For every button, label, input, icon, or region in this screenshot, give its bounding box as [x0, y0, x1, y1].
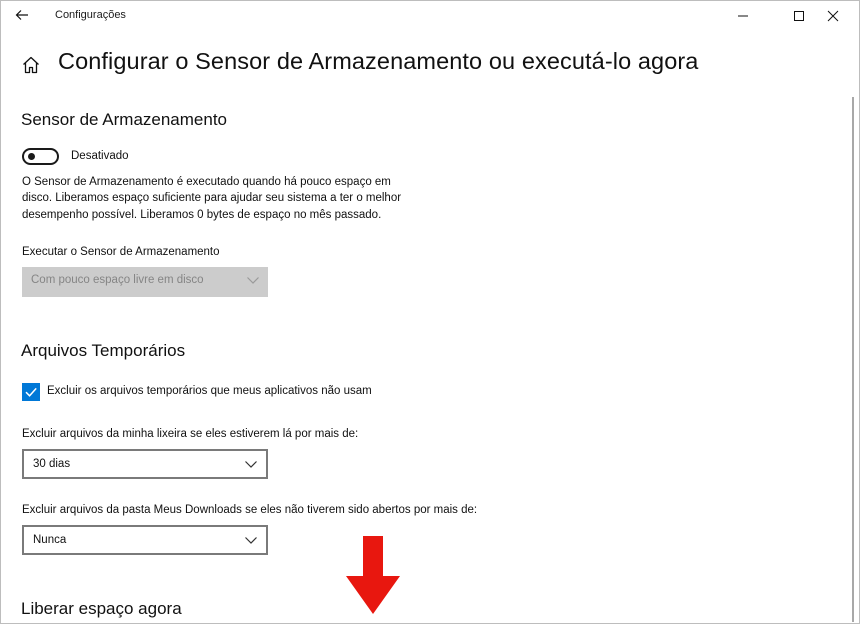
- close-icon: [827, 10, 839, 21]
- minimize-button[interactable]: [720, 0, 766, 31]
- dropdown-value: 30 dias: [33, 458, 71, 470]
- storage-sense-heading: Sensor de Armazenamento: [21, 110, 228, 129]
- minimize-icon: [738, 15, 748, 16]
- page-title: Configurar o Sensor de Armazenamento ou …: [58, 48, 699, 74]
- back-arrow-icon: [15, 10, 28, 20]
- storage-sense-description: O Sensor de Armazenamento é executado qu…: [22, 176, 402, 221]
- recycle-bin-label: Excluir arquivos da minha lixeira se ele…: [22, 428, 359, 440]
- home-icon[interactable]: [21, 55, 41, 75]
- checkmark-icon: [25, 387, 37, 397]
- back-button[interactable]: [10, 4, 34, 26]
- chevron-down-icon: [245, 461, 257, 468]
- close-button[interactable]: [810, 0, 856, 31]
- dropdown-value: Nunca: [33, 534, 67, 546]
- delete-temp-files-checkbox[interactable]: [22, 383, 40, 401]
- maximize-icon: [794, 10, 804, 21]
- temp-files-heading: Arquivos Temporários: [21, 341, 186, 360]
- window-title: Configurações: [55, 9, 126, 21]
- scrollbar[interactable]: [852, 97, 854, 622]
- chevron-down-icon: [247, 277, 259, 284]
- red-down-arrow-icon: [346, 536, 400, 614]
- free-space-now-heading: Liberar espaço agora: [21, 599, 182, 618]
- recycle-bin-dropdown[interactable]: 30 dias: [22, 449, 268, 479]
- chevron-down-icon: [245, 537, 257, 544]
- downloads-label: Excluir arquivos da pasta Meus Downloads…: [22, 504, 478, 516]
- downloads-dropdown[interactable]: Nunca: [22, 525, 268, 555]
- run-storage-sense-dropdown[interactable]: Com pouco espaço livre em disco: [22, 267, 268, 297]
- dropdown-value: Com pouco espaço livre em disco: [31, 274, 204, 286]
- run-storage-sense-label: Executar o Sensor de Armazenamento: [22, 246, 220, 258]
- title-bar: Configurações: [0, 0, 860, 31]
- toggle-knob: [28, 153, 35, 160]
- delete-temp-files-label: Excluir os arquivos temporários que meus…: [47, 385, 372, 397]
- toggle-state-label: Desativado: [71, 150, 129, 162]
- storage-sense-toggle[interactable]: [22, 148, 59, 165]
